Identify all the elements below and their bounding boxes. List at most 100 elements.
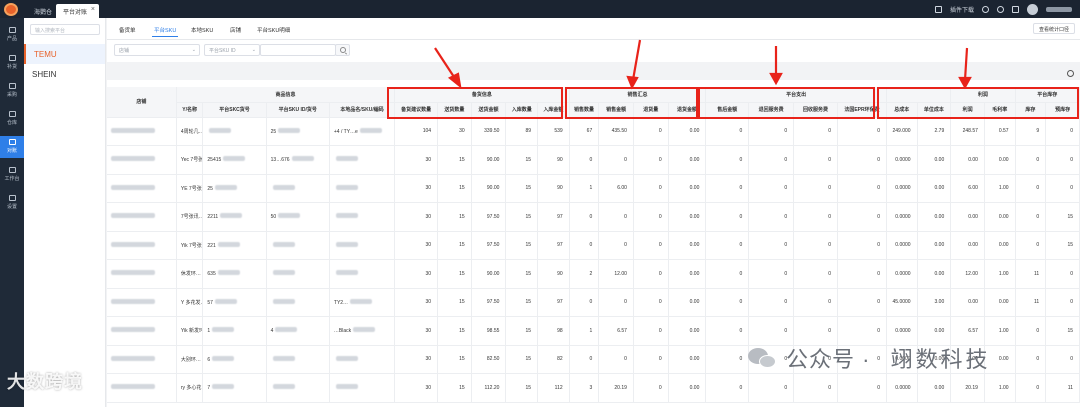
cell-after-sale: 0 bbox=[705, 259, 750, 289]
cell-sale-amt: 435.50 bbox=[598, 117, 634, 146]
cell-ship-amt: 112.20 bbox=[471, 373, 507, 403]
cell-ship-qty: 15 bbox=[437, 174, 472, 203]
table-row[interactable]: Y 多花发…57TY2…301597.5015970000.00000045.0… bbox=[107, 288, 1080, 317]
nav-item-product[interactable]: 产品 bbox=[0, 24, 24, 46]
table-row[interactable]: Yik 新发环…14…Black301598.55159816.5700.000… bbox=[107, 316, 1080, 346]
col-name: Y/名称 bbox=[176, 102, 204, 118]
settings-gear-icon[interactable] bbox=[982, 5, 989, 13]
cell-local: …Black bbox=[329, 316, 396, 346]
product-icon bbox=[8, 27, 16, 33]
tab-stock-order[interactable]: 备货单 bbox=[119, 26, 136, 34]
nav-item-warehouse[interactable]: 仓库 bbox=[0, 108, 24, 130]
cell-store-masked bbox=[107, 345, 177, 374]
tab-platform-sku-detail[interactable]: 平台SKU明细 bbox=[257, 26, 290, 34]
cell-ship-qty: 15 bbox=[437, 288, 472, 317]
cell-sku: 13…676 bbox=[266, 145, 330, 175]
cell-sku: 4 bbox=[266, 316, 330, 346]
cell-ship-amt: 97.50 bbox=[471, 231, 507, 260]
masked-text bbox=[212, 327, 235, 333]
cell-profit: 12.00 bbox=[950, 259, 985, 289]
masked-text bbox=[272, 270, 295, 276]
cell-unit-cost: 0.00 bbox=[917, 174, 952, 203]
cell-in-qty: 15 bbox=[505, 174, 539, 203]
nav-item-workbench[interactable]: 工作台 bbox=[0, 164, 24, 186]
nav-item-settings[interactable]: 设置 bbox=[0, 192, 24, 214]
nav-label: 设置 bbox=[6, 204, 17, 210]
cell-local bbox=[329, 345, 396, 374]
column-settings-icon[interactable] bbox=[1067, 70, 1074, 77]
cell-sku bbox=[266, 345, 330, 374]
table-row[interactable]: 4周轮几… 25 +4 / TY…e 104 30 339.50 89 539 67 435.50… bbox=[107, 117, 1080, 146]
cell-text: 7 bbox=[207, 385, 211, 392]
cell-text: YE 7号张讯… bbox=[180, 185, 202, 192]
masked-text bbox=[335, 355, 358, 361]
cell-text: 休发环… bbox=[180, 271, 201, 278]
cell-ret-amt: 0.00 bbox=[668, 202, 707, 232]
cell-sale-amt: 0 bbox=[598, 345, 634, 374]
fullscreen-icon[interactable] bbox=[934, 5, 942, 13]
table-row[interactable]: 7号张讯… 2211 50 30 15 97.50 15 97 0 0 0 0.00 0 0 0 0 0.000… bbox=[107, 202, 1080, 232]
message-icon[interactable] bbox=[1012, 5, 1019, 13]
search-input[interactable] bbox=[260, 44, 336, 56]
cell-in-qty: 15 bbox=[505, 231, 539, 260]
cell-ret-amt: 0.00 bbox=[668, 373, 707, 403]
cell-total-cost: 0.0000 bbox=[886, 259, 918, 289]
nav-item-purchase[interactable]: 采购 bbox=[0, 80, 24, 102]
window-tab-platform-recon[interactable]: 平台对账 × bbox=[56, 4, 99, 18]
cell-epr-fee: 0 bbox=[837, 117, 887, 146]
window-tab-haiying[interactable]: 海鹦仓 bbox=[27, 4, 59, 18]
masked-text bbox=[272, 298, 295, 304]
title-bar: 海鹦仓 平台对账 × 插件下载 bbox=[0, 0, 1080, 18]
cell-in-amt: 112 bbox=[537, 373, 570, 403]
cell-profit: 0.00 bbox=[950, 145, 985, 175]
platform-item-shein[interactable]: SHEIN bbox=[24, 64, 105, 84]
cell-ship-amt: 339.50 bbox=[471, 117, 507, 146]
cell-unit-cost: 0.00 bbox=[917, 373, 952, 403]
plugin-download-link[interactable]: 插件下载 bbox=[950, 5, 974, 14]
cell-margin: 1.00 bbox=[984, 174, 1016, 203]
stats-scope-button[interactable]: 查看统计口径 bbox=[1032, 23, 1075, 34]
cell-pre-stock: 15 bbox=[1045, 316, 1080, 346]
platform-item-temu[interactable]: TEMU bbox=[24, 44, 105, 64]
table-row[interactable]: Yik 7号张讯…221301597.5015970000.0000000.00… bbox=[107, 231, 1080, 260]
page-tabs: 备货单 平台SKU 本地SKU 店铺 平台SKU明细 查看统计口径 bbox=[107, 18, 1080, 40]
masked-text bbox=[272, 355, 295, 361]
user-name-masked[interactable] bbox=[1046, 6, 1072, 12]
table-row[interactable]: 休发环… 635 30 15 90.00 15 90 2 12.00 0 0.00 0 0 0 0 0.000… bbox=[107, 259, 1080, 289]
cell-text: …Black bbox=[333, 328, 352, 335]
cell-ret-amt: 0.00 bbox=[668, 145, 707, 175]
close-tab-icon[interactable]: × bbox=[91, 6, 95, 13]
cell-sku bbox=[266, 288, 330, 317]
cell-sku bbox=[266, 373, 330, 403]
table-row[interactable]: Yec 7号张讯…2541513…676301590.0015900000.00… bbox=[107, 145, 1080, 175]
sku-type-select[interactable]: 平台SKU ID ⌄ bbox=[204, 44, 260, 56]
table-row[interactable]: ry 多心花…73015112.2015112320.1900.0000000.… bbox=[107, 373, 1080, 403]
tab-platform-sku[interactable]: 平台SKU bbox=[151, 26, 179, 37]
cell-ret-amt: 0.00 bbox=[668, 288, 707, 317]
cell-sale-qty: 1 bbox=[569, 174, 600, 203]
cell-in-amt: 98 bbox=[537, 316, 570, 346]
search-icon[interactable] bbox=[335, 44, 350, 56]
masked-text bbox=[275, 327, 298, 333]
col-ship-amt: 送货金额 bbox=[471, 102, 507, 118]
group-header-row: 店铺 商品信息 备货信息 销售汇总 平台支出 利润 平台库存 bbox=[107, 87, 1080, 118]
tab-local-sku[interactable]: 本地SKU bbox=[191, 26, 213, 34]
cell-unit-cost: 0.00 bbox=[917, 202, 952, 232]
cell-unit-cost: 0.00 bbox=[917, 259, 952, 289]
cell-return-fee: 0 bbox=[748, 231, 795, 260]
table-row[interactable]: YE 7号张讯…25301590.00159016.0000.0000000.0… bbox=[107, 174, 1080, 203]
col-ret-qty: 退货量 bbox=[633, 102, 669, 118]
platform-search-input[interactable]: 输入搜索平台 bbox=[30, 24, 100, 35]
cell-sku bbox=[266, 231, 330, 260]
cell-total-cost: 0.0000 bbox=[886, 231, 918, 260]
store-select[interactable]: 店铺 ⌄ bbox=[114, 44, 200, 56]
tab-store[interactable]: 店铺 bbox=[230, 26, 241, 34]
cell-ret-amt: 0.00 bbox=[668, 259, 707, 289]
avatar[interactable] bbox=[1027, 3, 1038, 15]
nav-item-reconcile[interactable]: 对账 bbox=[0, 136, 24, 158]
nav-item-replenish[interactable]: 补货 bbox=[0, 52, 24, 74]
help-icon[interactable] bbox=[997, 5, 1004, 13]
cell-sale-qty: 0 bbox=[569, 202, 600, 232]
cell-skc bbox=[202, 117, 267, 146]
cell-text: ry 多心花… bbox=[180, 385, 202, 392]
